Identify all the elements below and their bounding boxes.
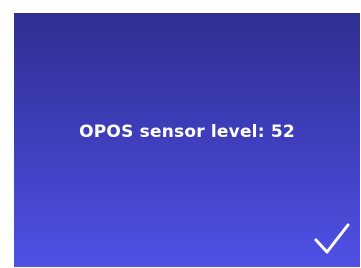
- device-screen: OPOS sensor level: 52: [0, 0, 361, 268]
- sensor-level-message: OPOS sensor level: 52: [79, 122, 295, 142]
- checkmark-icon: [314, 223, 350, 254]
- confirm-button[interactable]: [312, 219, 352, 259]
- message-panel: OPOS sensor level: 52: [14, 13, 360, 267]
